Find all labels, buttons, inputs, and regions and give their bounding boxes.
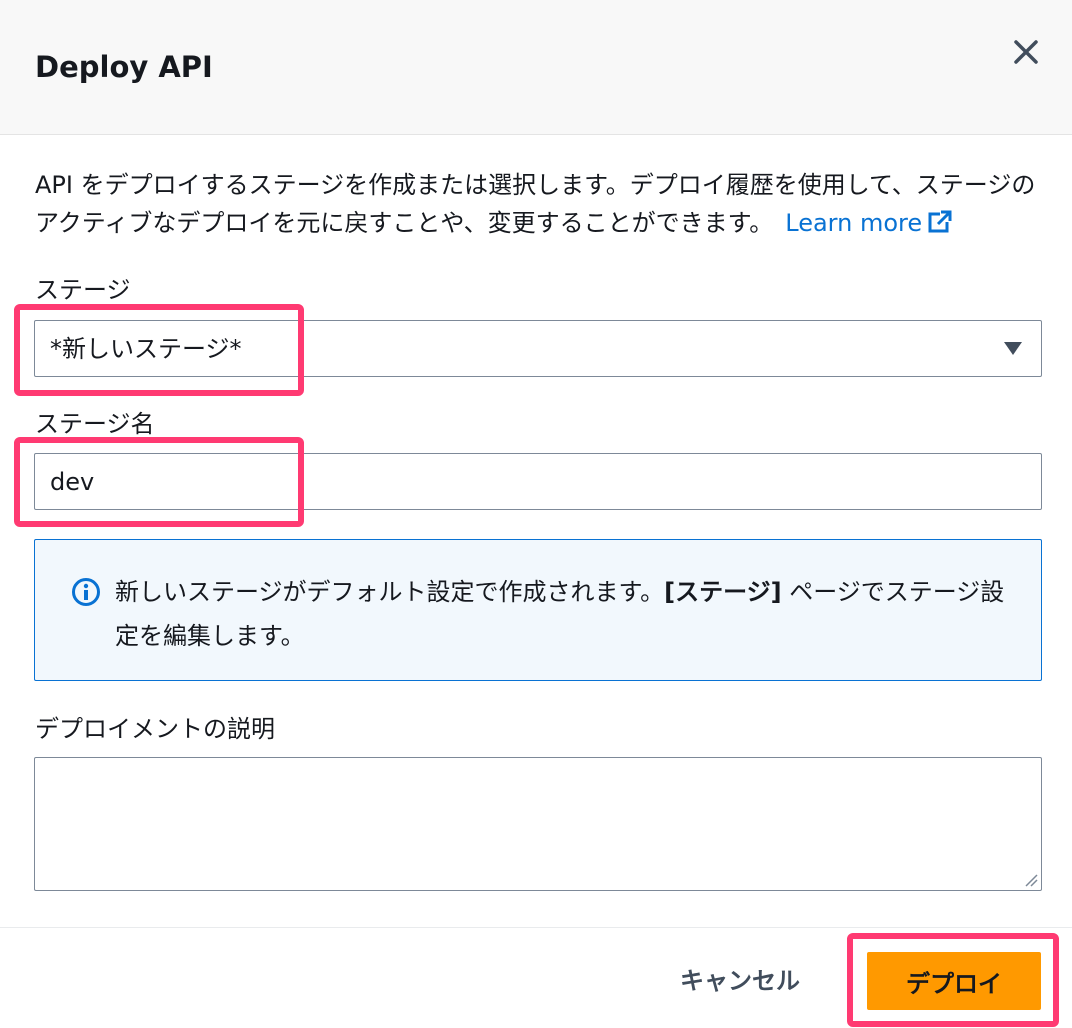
modal-title: Deploy API — [35, 50, 213, 84]
modal-description: API をデプロイするステージを作成または選択します。デプロイ履歴を使用して、ス… — [35, 166, 1040, 242]
stage-select-value: *新しいステージ* — [50, 335, 242, 363]
info-icon — [72, 578, 100, 606]
close-button[interactable] — [1006, 32, 1046, 72]
learn-more-label: Learn more — [785, 209, 923, 237]
caret-down-icon — [1004, 342, 1022, 355]
cancel-button[interactable]: キャンセル — [660, 956, 820, 1000]
learn-more-link[interactable]: Learn more — [785, 209, 953, 237]
modal-footer: キャンセル デプロイ — [0, 927, 1072, 1028]
close-icon — [1014, 40, 1038, 64]
deploy-button[interactable]: デプロイ — [867, 952, 1041, 1010]
external-link-icon — [928, 210, 953, 233]
resize-handle-icon[interactable] — [1024, 873, 1038, 887]
stage-select-label: ステージ — [35, 276, 131, 304]
deploy-api-modal: Deploy API API をデプロイするステージを作成または選択します。デプ… — [0, 0, 1072, 1028]
info-alert: 新しいステージがデフォルト設定で作成されます。[ステージ] ページでステージ設定… — [34, 539, 1042, 681]
stage-select[interactable]: *新しいステージ* — [34, 320, 1042, 377]
deployment-description-label: デプロイメントの説明 — [35, 715, 275, 743]
deployment-description-textarea[interactable] — [34, 757, 1042, 891]
info-text: 新しいステージがデフォルト設定で作成されます。[ステージ] ページでステージ設定… — [115, 570, 1015, 658]
stage-name-input[interactable] — [34, 453, 1042, 510]
stage-name-label: ステージ名 — [35, 410, 155, 438]
info-text-bold: [ステージ] — [664, 578, 782, 606]
info-text-before: 新しいステージがデフォルト設定で作成されます。 — [115, 578, 665, 606]
modal-header: Deploy API — [0, 0, 1072, 135]
